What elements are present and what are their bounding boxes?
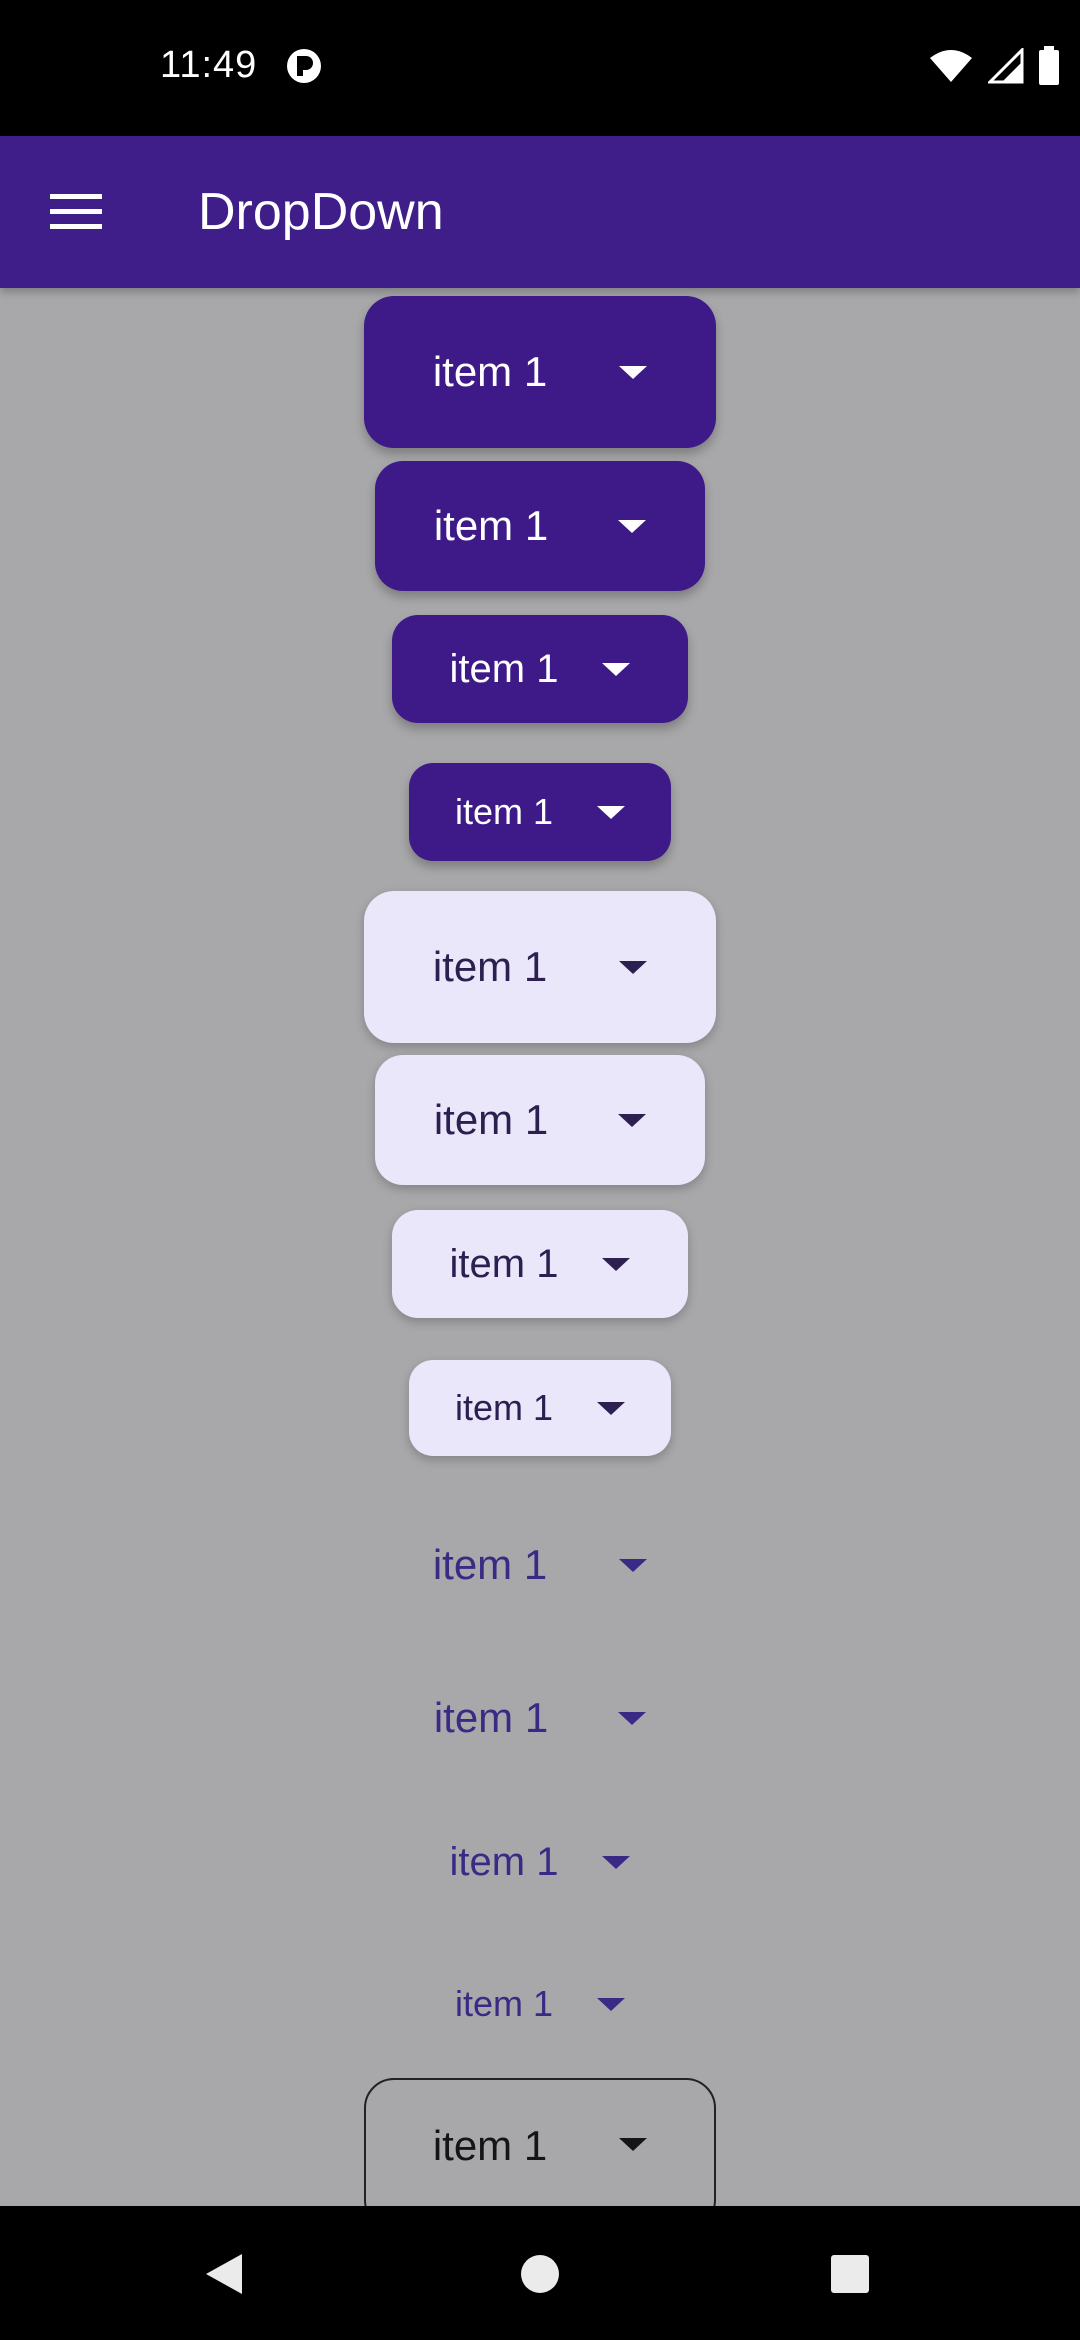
dropdown-label: item 1	[449, 1839, 559, 1884]
dropdown-label: item 1	[433, 502, 549, 549]
status-icons	[928, 44, 1060, 88]
navigation-bar	[0, 2206, 1080, 2340]
dropdown-text-xsmall[interactable]: item 1	[409, 1956, 671, 2052]
caret-down-icon	[597, 805, 626, 819]
dropdown-label: item 1	[432, 348, 548, 395]
caret-down-icon	[619, 960, 648, 974]
dropdown-label: item 1	[432, 2122, 548, 2169]
caret-down-icon	[618, 519, 647, 533]
status-time: 11:49	[160, 44, 258, 86]
caret-down-icon	[602, 1855, 631, 1869]
caret-down-icon	[602, 1257, 631, 1271]
dropdown-text-large[interactable]: item 1	[364, 1489, 716, 1641]
app-title: DropDown	[198, 183, 444, 241]
back-icon[interactable]	[204, 2252, 244, 2296]
caret-down-icon	[597, 1997, 626, 2011]
dropdown-tonal-small[interactable]: item 1	[392, 1210, 688, 1318]
battery-icon	[1039, 46, 1059, 85]
caret-down-icon	[618, 1711, 647, 1725]
dropdown-label: item 1	[432, 1541, 548, 1588]
signal-icon	[988, 48, 1024, 84]
app-bar: DropDown	[0, 136, 1080, 288]
dropdown-label: item 1	[454, 1387, 554, 1428]
dropdown-filled-medium[interactable]: item 1	[375, 461, 705, 591]
dropdown-label: item 1	[449, 1241, 559, 1286]
dropdown-label: item 1	[449, 646, 559, 691]
dropdown-label: item 1	[454, 1983, 554, 2024]
hamburger-menu-icon[interactable]	[50, 192, 102, 232]
app-notification-icon	[287, 49, 321, 83]
dropdown-tonal-xsmall[interactable]: item 1	[409, 1360, 671, 1456]
recents-icon[interactable]	[830, 2254, 870, 2294]
home-icon[interactable]	[520, 2254, 560, 2294]
dropdown-filled-large[interactable]: item 1	[364, 296, 716, 448]
caret-down-icon	[618, 1113, 647, 1127]
dropdown-filled-small[interactable]: item 1	[392, 615, 688, 723]
dropdown-label: item 1	[433, 1694, 549, 1741]
caret-down-icon	[597, 1401, 626, 1415]
dropdown-tonal-large[interactable]: item 1	[364, 891, 716, 1043]
caret-down-icon	[602, 662, 631, 676]
caret-down-icon	[619, 2138, 648, 2151]
caret-down-icon	[619, 365, 648, 379]
caret-down-icon	[619, 1558, 648, 1572]
dropdown-label: item 1	[433, 1096, 549, 1143]
wifi-icon	[930, 50, 972, 82]
dropdown-filled-xsmall[interactable]: item 1	[409, 763, 671, 861]
dropdown-text-small[interactable]: item 1	[392, 1808, 688, 1916]
dropdown-text-medium[interactable]: item 1	[375, 1653, 705, 1783]
status-bar: 11:49	[0, 0, 1080, 136]
dropdown-tonal-medium[interactable]: item 1	[375, 1055, 705, 1185]
dropdown-label: item 1	[432, 943, 548, 990]
dropdown-label: item 1	[454, 791, 554, 832]
